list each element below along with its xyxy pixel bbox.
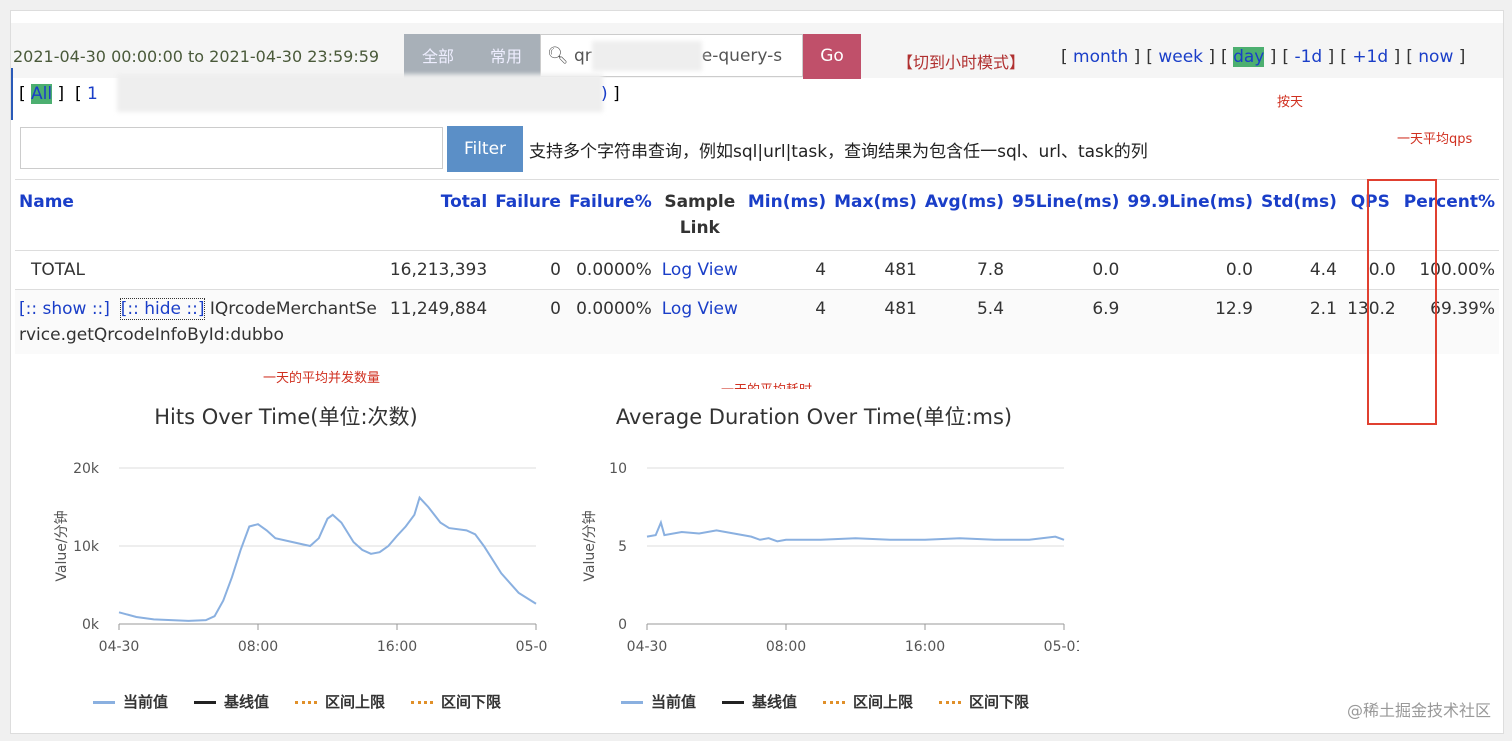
- filter-hint: 支持多个字符串查询，例如sql|url|task，查询结果为包含任一sql、ur…: [529, 142, 1148, 162]
- y-axis-label: Value/分钟: [53, 510, 70, 581]
- table-row: [:: show ::] [:: hide ::] IQrcodeMerchan…: [15, 289, 1499, 354]
- legend-item[interactable]: 基线值: [722, 691, 797, 712]
- legend-label: 区间上限: [853, 693, 914, 711]
- legend-item[interactable]: 基线值: [194, 691, 269, 712]
- log-view-link[interactable]: Log View: [662, 299, 738, 319]
- x-tick-label: 05-01: [1044, 639, 1079, 655]
- col-95[interactable]: 95Line(ms): [1008, 179, 1124, 251]
- legend-swatch-icon: [621, 701, 643, 704]
- nav-month[interactable]: month: [1073, 47, 1128, 67]
- col-avg[interactable]: Avg(ms): [920, 179, 1009, 251]
- legend-item[interactable]: 区间上限: [823, 691, 913, 712]
- x-tick-label: 16:00: [377, 639, 417, 655]
- domain-item[interactable]: 1: [87, 84, 98, 104]
- col-max[interactable]: Max(ms): [830, 179, 921, 251]
- nav-next-day[interactable]: +1d: [1352, 47, 1388, 67]
- legend-item[interactable]: 区间下限: [939, 691, 1029, 712]
- y-axis-label: Value/分钟: [581, 510, 598, 581]
- time-nav: [ month ] [ week ] [ day ] [ -1d ] [ +1d…: [1061, 47, 1466, 67]
- duration-chart: Average Duration Over Time(单位:ms) 0 5 10 04-…: [549, 389, 1079, 733]
- chart-plot: 0k 10k 20k 04-30 08:00 16:00 05-01 Value/分钟: [53, 461, 551, 655]
- filter-input[interactable]: [20, 127, 443, 169]
- annotation-day: 按天: [1277, 95, 1304, 110]
- chart-legend: 当前值 基线值 区间上限 区间下限: [621, 691, 1029, 712]
- legend-label: 区间上限: [325, 693, 386, 711]
- x-tick-label: 08:00: [766, 639, 806, 655]
- x-tick-label: 04-30: [627, 639, 668, 655]
- nav-week[interactable]: week: [1158, 47, 1203, 67]
- legend-swatch-icon: [722, 701, 745, 704]
- domain-all[interactable]: All: [31, 84, 53, 104]
- legend-label: 当前值: [651, 693, 697, 711]
- legend-item[interactable]: 当前值: [93, 691, 168, 712]
- nav-now[interactable]: now: [1418, 47, 1453, 67]
- legend-item[interactable]: 当前值: [621, 691, 696, 712]
- legend-item[interactable]: 区间上限: [295, 691, 385, 712]
- x-tick-label: 16:00: [905, 639, 945, 655]
- time-range: 2021-04-30 00:00:00 to 2021-04-30 23:59:…: [13, 47, 380, 66]
- col-std[interactable]: Std(ms): [1256, 179, 1341, 251]
- annotation-qps: 一天平均qps: [1397, 132, 1473, 147]
- legend-label: 基线值: [224, 693, 270, 711]
- legend-swatch-icon: [411, 701, 434, 704]
- legend-swatch-icon: [93, 701, 115, 704]
- col-name[interactable]: Name: [15, 179, 386, 251]
- col-failure[interactable]: Failure: [491, 179, 565, 251]
- filter-button[interactable]: Filter: [447, 126, 523, 172]
- hide-link[interactable]: [:: hide ::]: [119, 298, 206, 320]
- nav-prev-day[interactable]: -1d: [1294, 47, 1322, 67]
- app-frame: 2021-04-30 00:00:00 to 2021-04-30 23:59:…: [10, 10, 1504, 734]
- series-line: [646, 519, 1065, 543]
- series-line: [118, 495, 537, 622]
- watermark: @稀土掘金技术社区: [1346, 701, 1491, 720]
- x-tick-label: 05-01: [516, 639, 551, 655]
- show-link[interactable]: [:: show ::]: [19, 299, 110, 319]
- y-tick-label: 5: [618, 539, 627, 555]
- nav-day[interactable]: day: [1233, 47, 1265, 67]
- legend-swatch-icon: [194, 701, 217, 704]
- y-tick-label: 10: [609, 461, 627, 477]
- legend-label: 区间下限: [969, 693, 1030, 711]
- col-total[interactable]: Total: [385, 179, 492, 251]
- legend-label: 当前值: [123, 693, 169, 711]
- legend-item[interactable]: 区间下限: [411, 691, 501, 712]
- log-view-link[interactable]: Log View: [662, 260, 738, 280]
- table-row: TOTAL 16,213,393 0 0.0000% Log View 4 481 7.…: [15, 250, 1499, 290]
- x-tick-label: 08:00: [238, 639, 278, 655]
- hits-chart: Hits Over Time(单位:次数) 0k 10k 20k 04-30 08:00 1…: [21, 389, 551, 733]
- legend-swatch-icon: [823, 701, 846, 704]
- annotation-hits: 一天的平均并发数量: [263, 371, 381, 386]
- y-tick-label: 10k: [73, 539, 100, 555]
- legend-label: 区间下限: [441, 693, 502, 711]
- chart-legend: 当前值 基线值 区间上限 区间下限: [93, 691, 501, 712]
- qps-highlight-box: [1367, 179, 1437, 425]
- legend-swatch-icon: [939, 701, 962, 704]
- stats-table: Name Total Failure Failure% Sample Link …: [15, 179, 1499, 354]
- y-tick-label: 0: [618, 617, 627, 633]
- y-tick-label: 0k: [82, 617, 100, 633]
- x-tick-label: 04-30: [99, 639, 140, 655]
- chart-plot: 0 5 10 04-30 08:00 16:00 05-01 Value/分钟: [581, 461, 1079, 655]
- legend-label: 基线值: [752, 693, 798, 711]
- col-min[interactable]: Min(ms): [743, 179, 831, 251]
- search-icon: 🔍︎: [547, 46, 569, 66]
- y-tick-label: 20k: [73, 461, 100, 477]
- col-sample: Sample Link: [655, 179, 744, 251]
- col-failure-pct[interactable]: Failure%: [564, 179, 656, 251]
- col-999[interactable]: 99.9Line(ms): [1123, 179, 1257, 251]
- legend-swatch-icon: [295, 701, 318, 704]
- table-header: Name Total Failure Failure% Sample Link …: [15, 179, 1499, 251]
